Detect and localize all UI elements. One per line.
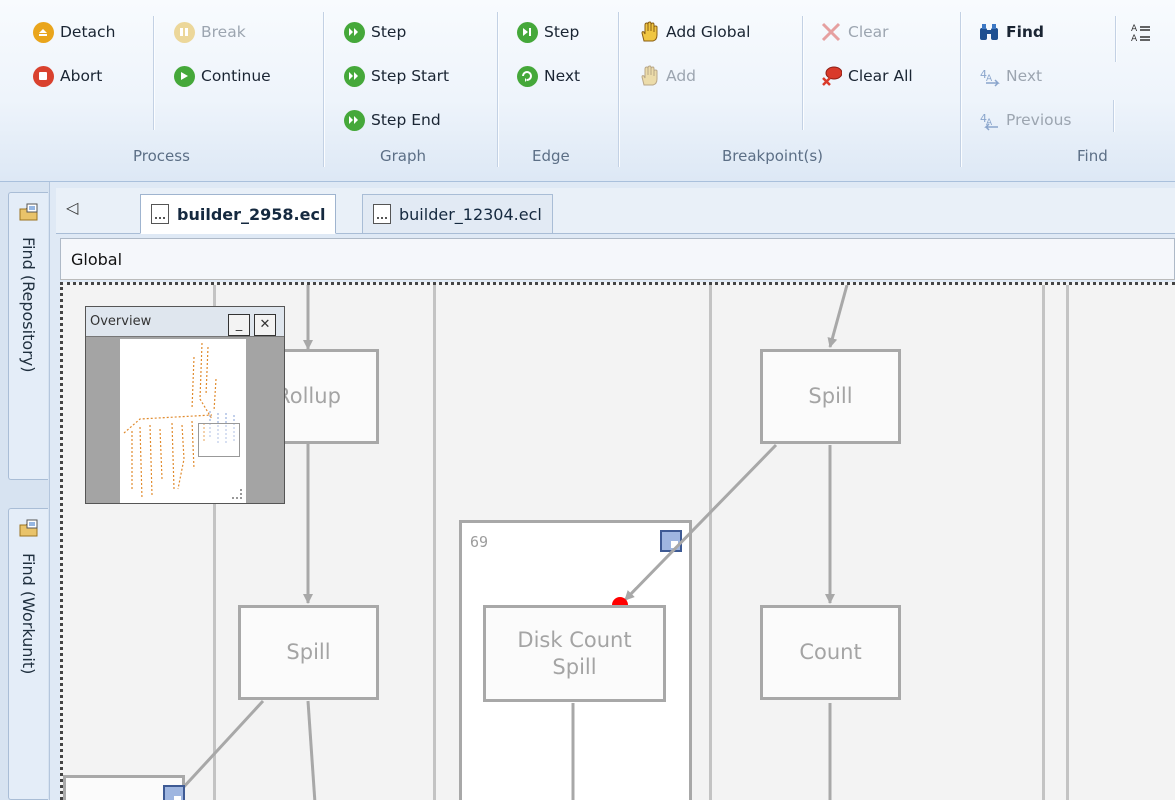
graph-node-count[interactable]: Count — [760, 605, 901, 700]
overview-graph-thumbnail — [123, 342, 235, 500]
tab-builder-12304[interactable]: builder_12304.ecl — [362, 194, 553, 234]
format-button[interactable]: AA — [1130, 17, 1152, 47]
pause-icon — [173, 21, 195, 43]
overview-viewport[interactable] — [198, 423, 240, 457]
find-button[interactable]: Find — [978, 17, 1044, 47]
find-next-icon: 4A — [978, 65, 1000, 87]
hand-icon — [638, 65, 660, 87]
tab-builder-2958[interactable]: builder_2958.ecl — [140, 194, 337, 234]
folder-properties-icon — [19, 203, 39, 223]
group-divider — [1115, 16, 1116, 62]
hand-icon — [638, 21, 660, 43]
next-arrow-icon — [516, 65, 538, 87]
folder-properties-icon — [19, 519, 39, 539]
edge-spill-outgoing[interactable] — [306, 700, 317, 800]
graph-node-spill[interactable]: Spill — [760, 349, 901, 444]
step-end-button[interactable]: Step End — [343, 105, 441, 135]
clear-x-icon — [820, 21, 842, 43]
find-next-button[interactable]: 4A Next — [978, 61, 1042, 91]
binoculars-icon — [978, 21, 1000, 43]
group-divider — [323, 12, 324, 167]
step-start-icon — [343, 65, 365, 87]
break-button[interactable]: Break — [173, 17, 246, 47]
minimize-icon[interactable]: _ — [228, 314, 250, 336]
graph-node-spill[interactable]: Spill — [238, 605, 379, 700]
step-icon — [343, 21, 365, 43]
find-previous-icon: 4A — [978, 109, 1000, 131]
overview-minimap[interactable] — [120, 339, 246, 503]
clear-button[interactable]: Clear — [820, 17, 889, 47]
edge-next-button[interactable]: Next — [516, 61, 580, 91]
group-divider — [960, 12, 961, 167]
svg-text:A: A — [1131, 34, 1138, 43]
step-start-button[interactable]: Step Start — [343, 61, 449, 91]
abort-button[interactable]: Abort — [32, 61, 102, 91]
add-global-button[interactable]: Add Global — [638, 17, 750, 47]
ecl-file-icon — [151, 204, 169, 224]
play-icon — [173, 65, 195, 87]
clear-all-button[interactable]: Clear All — [820, 61, 913, 91]
edge-step-icon — [516, 21, 538, 43]
overview-title: Overview — [90, 314, 152, 329]
dock-tab-find-repository[interactable]: Find (Repository) — [8, 192, 48, 480]
ecl-file-icon — [373, 204, 391, 224]
find-separator — [1113, 100, 1114, 132]
find-group-label: Find — [1077, 147, 1108, 165]
edge-step-button[interactable]: Step — [516, 17, 579, 47]
left-dock: Find (Repository) Find (Workunit) — [0, 182, 50, 800]
format-icon: AA — [1130, 21, 1152, 43]
group-divider — [497, 12, 498, 167]
overview-title-bar[interactable]: Overview _ ✕ — [86, 307, 284, 337]
dock-tab-find-workunit[interactable]: Find (Workunit) — [8, 508, 48, 800]
graph-step-button[interactable]: Step — [343, 17, 406, 47]
edge-into-spill[interactable] — [827, 285, 849, 348]
scroll-tabs-left-icon[interactable]: ◁ — [66, 198, 78, 217]
resize-grip-icon[interactable] — [232, 489, 242, 499]
close-icon[interactable]: ✕ — [254, 314, 276, 336]
clear-all-icon — [820, 65, 842, 87]
process-group-label: Process — [133, 147, 190, 165]
detach-icon — [32, 21, 54, 43]
abort-icon — [32, 65, 54, 87]
breakpoint-separator — [802, 16, 803, 130]
process-separator — [153, 16, 154, 130]
breakpoints-group-label: Breakpoint(s) — [722, 147, 824, 165]
ribbon-toolbar: Detach Abort Break Continue Process Step… — [0, 0, 1175, 182]
find-previous-button[interactable]: 4A Previous — [978, 105, 1072, 135]
expand-cluster-icon[interactable] — [163, 785, 185, 800]
group-divider — [618, 12, 619, 167]
add-button[interactable]: Add — [638, 61, 696, 91]
document-tab-bar: ◁ builder_2958.ecl builder_12304.ecl — [56, 188, 1175, 234]
graph-group-label: Graph — [380, 147, 427, 165]
svg-text:A: A — [1131, 24, 1138, 34]
edge-group-label: Edge — [532, 147, 570, 165]
global-scope-bar: Global — [60, 238, 1175, 280]
edge-spill-to-disk-count-spill[interactable] — [623, 443, 778, 602]
detach-button[interactable]: Detach — [32, 17, 115, 47]
step-end-icon — [343, 109, 365, 131]
continue-button[interactable]: Continue — [173, 61, 271, 91]
global-label: Global — [71, 250, 123, 269]
overview-panel[interactable]: Overview _ ✕ — [85, 306, 285, 504]
graph-node-disk-count-spill[interactable]: Disk Count Spill — [483, 605, 666, 702]
